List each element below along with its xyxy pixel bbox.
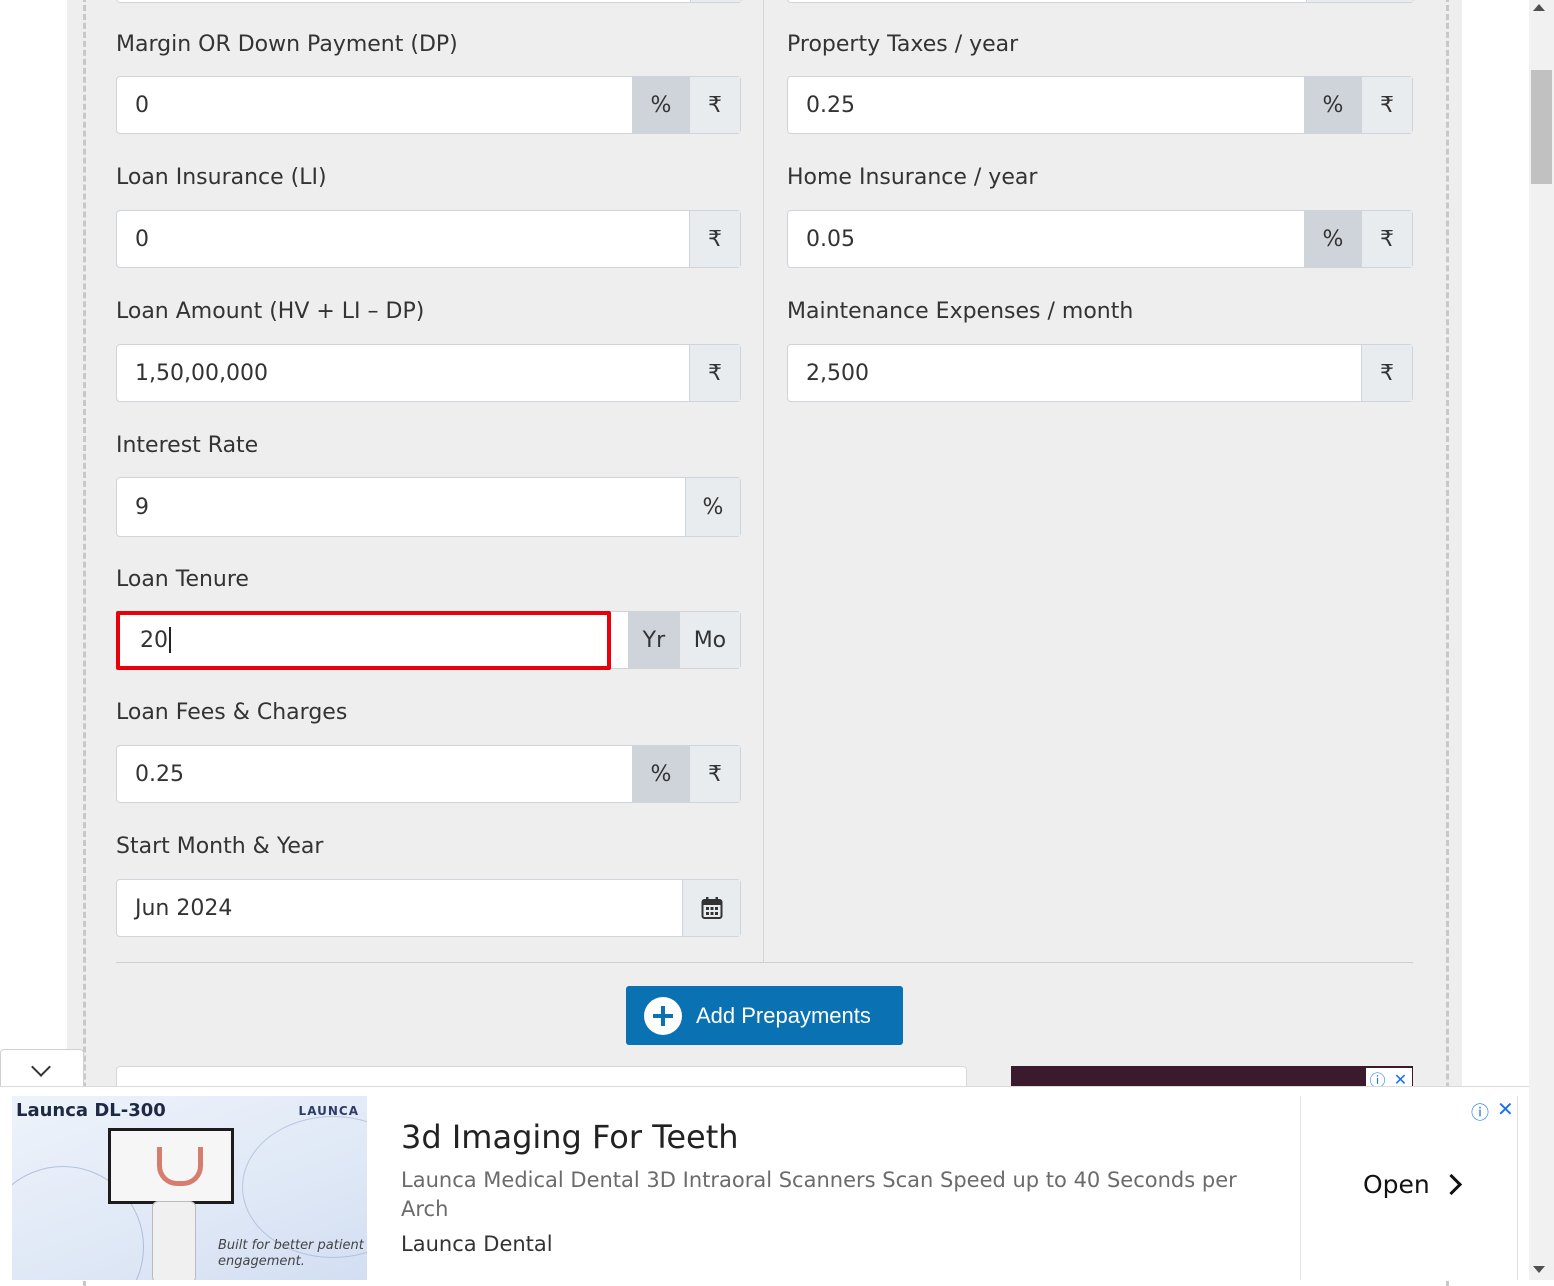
interest-rate-group: 9 %: [116, 477, 741, 537]
previous-input-stub-right: [787, 0, 1414, 3]
add-prepayments-label: Add Prepayments: [696, 1002, 871, 1028]
start-date-input[interactable]: Jun 2024: [117, 880, 682, 936]
loan-fees-label: Loan Fees & Charges: [116, 700, 348, 725]
loan-fees-percent-toggle[interactable]: %: [632, 746, 689, 802]
text-caret: [169, 627, 171, 653]
maintenance-input[interactable]: 2,500: [788, 345, 1361, 401]
home-insurance-percent-toggle[interactable]: %: [1304, 211, 1361, 267]
loan-fees-rupee-toggle[interactable]: ₹: [689, 746, 740, 802]
loan-insurance-input[interactable]: 0: [117, 211, 689, 267]
ad-open-label: Open: [1363, 1170, 1430, 1199]
dental-arch-graphic: [157, 1147, 203, 1186]
loan-tenure-year-toggle[interactable]: Yr: [628, 612, 679, 668]
column-divider: [763, 0, 764, 962]
page-scrollbar[interactable]: [1529, 0, 1554, 1280]
start-date-group: Jun 2024: [116, 879, 741, 937]
ad-monitor-graphic: [108, 1128, 234, 1204]
down-payment-input[interactable]: 0: [117, 77, 632, 133]
maintenance-rupee-addon: ₹: [1361, 345, 1412, 401]
interest-rate-label: Interest Rate: [116, 433, 259, 458]
plus-circle-icon: [644, 996, 682, 1035]
ad-collapse-button[interactable]: [0, 1049, 84, 1087]
property-taxes-group: 0.25 % ₹: [787, 76, 1413, 134]
down-payment-group: 0 % ₹: [116, 76, 741, 134]
property-taxes-rupee-toggle[interactable]: ₹: [1361, 77, 1412, 133]
home-insurance-group: 0.05 % ₹: [787, 210, 1413, 268]
ad-decor-curve: [242, 1116, 367, 1258]
maintenance-label: Maintenance Expenses / month: [787, 299, 1134, 324]
loan-amount-input[interactable]: 1,50,00,000: [117, 345, 689, 401]
loan-amount-label: Loan Amount (HV + LI – DP): [116, 299, 425, 324]
maintenance-group: 2,500 ₹: [787, 344, 1413, 402]
down-payment-label: Margin OR Down Payment (DP): [116, 32, 458, 57]
previous-input-stub-left: [116, 0, 742, 3]
loan-tenure-month-toggle[interactable]: Mo: [678, 612, 740, 668]
loan-amount-group: 1,50,00,000 ₹: [116, 344, 741, 402]
scrollbar-thumb[interactable]: [1531, 70, 1552, 184]
loan-fees-input[interactable]: 0.25: [117, 746, 632, 802]
ad-image[interactable]: Launca DL-300 LAUNCA Built for better pa…: [12, 1096, 367, 1280]
ad-advertiser: Launca Dental: [401, 1232, 553, 1256]
ad-product-name: Launca DL-300: [16, 1100, 166, 1121]
section-divider: [116, 962, 1413, 963]
interest-rate-percent-addon: %: [685, 478, 740, 536]
ad-description: Launca Medical Dental 3D Intraoral Scann…: [401, 1168, 1237, 1221]
add-prepayments-button[interactable]: Add Prepayments: [626, 986, 903, 1045]
ad-tagline: Built for better patient engagement.: [218, 1238, 364, 1269]
property-taxes-input[interactable]: 0.25: [788, 77, 1304, 133]
home-insurance-rupee-toggle[interactable]: ₹: [1361, 211, 1412, 267]
start-date-label: Start Month & Year: [116, 834, 324, 859]
ad-open-button[interactable]: Open: [1363, 1170, 1462, 1199]
down-payment-rupee-toggle[interactable]: ₹: [689, 77, 740, 133]
ad-scanner-stand-graphic: [152, 1201, 196, 1280]
property-taxes-label: Property Taxes / year: [787, 32, 1019, 57]
property-taxes-percent-toggle[interactable]: %: [1304, 77, 1361, 133]
ad-title[interactable]: 3d Imaging For Teeth: [401, 1118, 739, 1156]
ad-separator: [1300, 1096, 1301, 1280]
interest-rate-input[interactable]: 9: [117, 478, 685, 536]
chevron-right-icon: [1440, 1173, 1462, 1196]
ad-close-icon[interactable]: ✕: [1497, 1097, 1514, 1121]
loan-tenure-label: Loan Tenure: [116, 567, 249, 592]
home-insurance-input[interactable]: 0.05: [788, 211, 1304, 267]
loan-fees-group: 0.25 % ₹: [116, 745, 741, 803]
ad-info-icon[interactable]: ⓘ: [1471, 1099, 1489, 1125]
chevron-down-icon: [31, 1057, 51, 1077]
loan-tenure-input-focused[interactable]: 20: [116, 611, 611, 670]
loan-insurance-group: 0 ₹: [116, 210, 741, 268]
down-payment-percent-toggle[interactable]: %: [632, 77, 689, 133]
loan-insurance-rupee-addon: ₹: [689, 211, 740, 267]
loan-tenure-input[interactable]: 20: [140, 628, 168, 653]
scroll-down-arrow-icon[interactable]: [1533, 1266, 1545, 1273]
loan-amount-rupee-addon: ₹: [689, 345, 740, 401]
scroll-up-arrow-icon[interactable]: [1533, 4, 1545, 11]
ad-edge: [1517, 1096, 1518, 1280]
calendar-icon[interactable]: [682, 880, 740, 936]
ad-brand-logo: LAUNCA: [298, 1104, 359, 1118]
home-insurance-label: Home Insurance / year: [787, 165, 1038, 190]
loan-insurance-label: Loan Insurance (LI): [116, 165, 327, 190]
